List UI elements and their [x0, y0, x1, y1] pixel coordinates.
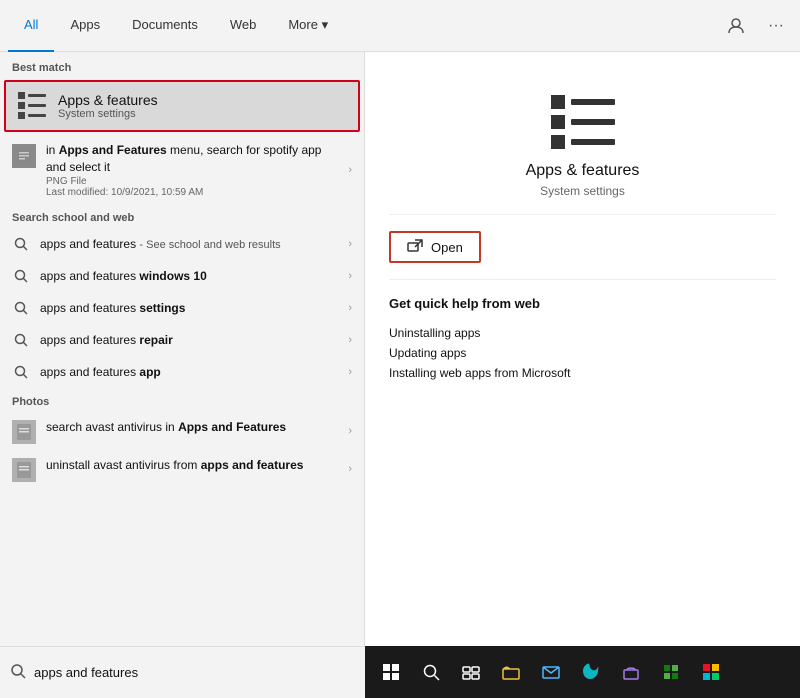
web-item-text-0: apps and features - See school and web r… [40, 237, 338, 251]
taskbar-mail-icon[interactable] [533, 654, 569, 690]
apps-features-icon [16, 90, 48, 122]
file-type: PNG File [46, 176, 338, 187]
user-icon[interactable] [720, 10, 752, 42]
web-chevron-1: › [348, 270, 352, 282]
help-link-1[interactable]: Updating apps [389, 343, 776, 363]
file-text: in Apps and Features menu, search for sp… [46, 142, 338, 198]
help-link-2[interactable]: Installing web apps from Microsoft [389, 363, 776, 383]
best-match-subtitle: System settings [58, 108, 158, 120]
windows-start-icon[interactable] [373, 654, 409, 690]
bottom-search-bar [0, 646, 365, 698]
best-match-label: Best match [0, 52, 364, 80]
left-panel: Best match Apps & features System settin… [0, 52, 365, 646]
photo-text-1: uninstall avast antivirus from apps and … [46, 456, 338, 474]
quick-help-section: Get quick help from web Uninstalling app… [389, 280, 776, 383]
taskbar-tiles-icon[interactable] [693, 654, 729, 690]
best-match-title: Apps & features [58, 92, 158, 108]
web-chevron-2: › [348, 302, 352, 314]
taskbar-explorer-icon[interactable] [493, 654, 529, 690]
help-link-0[interactable]: Uninstalling apps [389, 323, 776, 343]
search-school-label: Search school and web [0, 204, 364, 228]
web-item-4[interactable]: apps and features app › [0, 356, 364, 388]
photos-label: Photos [0, 388, 364, 412]
photo-icon-0 [12, 420, 36, 444]
file-modified: Last modified: 10/9/2021, 10:59 AM [46, 187, 338, 198]
file-chevron-icon: › [348, 164, 352, 176]
more-options-icon[interactable]: ··· [760, 10, 792, 42]
tab-documents[interactable]: Documents [116, 0, 214, 52]
photo-item-1[interactable]: uninstall avast antivirus from apps and … [0, 450, 364, 488]
tab-web[interactable]: Web [214, 0, 273, 52]
open-section: Open [389, 215, 776, 280]
app-preview: Apps & features System settings [389, 72, 776, 215]
open-button[interactable]: Open [389, 231, 481, 263]
web-item-0[interactable]: apps and features - See school and web r… [0, 228, 364, 260]
tab-all[interactable]: All [8, 0, 54, 52]
photo-icon-1 [12, 458, 36, 482]
tab-apps[interactable]: Apps [54, 0, 116, 52]
web-chevron-0: › [348, 238, 352, 250]
web-item-text-4: apps and features app [40, 365, 338, 379]
top-nav: All Apps Documents Web More ▾ ··· [0, 0, 800, 52]
file-result-item[interactable]: in Apps and Features menu, search for sp… [0, 136, 364, 204]
taskbar-store-icon[interactable] [613, 654, 649, 690]
web-chevron-4: › [348, 366, 352, 378]
web-item-1[interactable]: apps and features windows 10 › [0, 260, 364, 292]
search-input[interactable] [34, 665, 355, 680]
photo-chevron-1: › [348, 463, 352, 475]
search-icon-0 [12, 235, 30, 253]
tab-more[interactable]: More ▾ [272, 0, 344, 52]
web-item-text-3: apps and features repair [40, 333, 338, 347]
taskbar-edge-icon[interactable] [573, 654, 609, 690]
open-label: Open [431, 240, 463, 255]
nav-right-icons: ··· [720, 10, 792, 42]
file-name: in Apps and Features menu, search for sp… [46, 142, 338, 176]
web-item-text-1: apps and features windows 10 [40, 269, 338, 283]
right-panel: Apps & features System settings Open Get… [365, 52, 800, 646]
photo-chevron-0: › [348, 425, 352, 437]
search-bar-icon [10, 663, 26, 683]
web-item-3[interactable]: apps and features repair › [0, 324, 364, 356]
open-icon [407, 239, 423, 255]
web-item-text-2: apps and features settings [40, 301, 338, 315]
app-type: System settings [540, 184, 625, 198]
app-name: Apps & features [526, 162, 640, 180]
best-match-item[interactable]: Apps & features System settings [4, 80, 360, 132]
app-big-icon [547, 92, 619, 152]
search-icon-3 [12, 331, 30, 349]
taskbar-taskview-icon[interactable] [453, 654, 489, 690]
best-match-text: Apps & features System settings [58, 92, 158, 120]
search-icon-1 [12, 267, 30, 285]
main-area: Best match Apps & features System settin… [0, 52, 800, 646]
quick-help-title: Get quick help from web [389, 296, 776, 311]
photo-text-0: search avast antivirus in Apps and Featu… [46, 418, 338, 436]
photo-item-0[interactable]: search avast antivirus in Apps and Featu… [0, 412, 364, 450]
taskbar-xbox-icon[interactable] [653, 654, 689, 690]
search-icon-2 [12, 299, 30, 317]
web-item-2[interactable]: apps and features settings › [0, 292, 364, 324]
search-icon-4 [12, 363, 30, 381]
taskbar-search-icon[interactable] [413, 654, 449, 690]
taskbar [365, 646, 800, 698]
file-icon [12, 144, 36, 168]
web-chevron-3: › [348, 334, 352, 346]
